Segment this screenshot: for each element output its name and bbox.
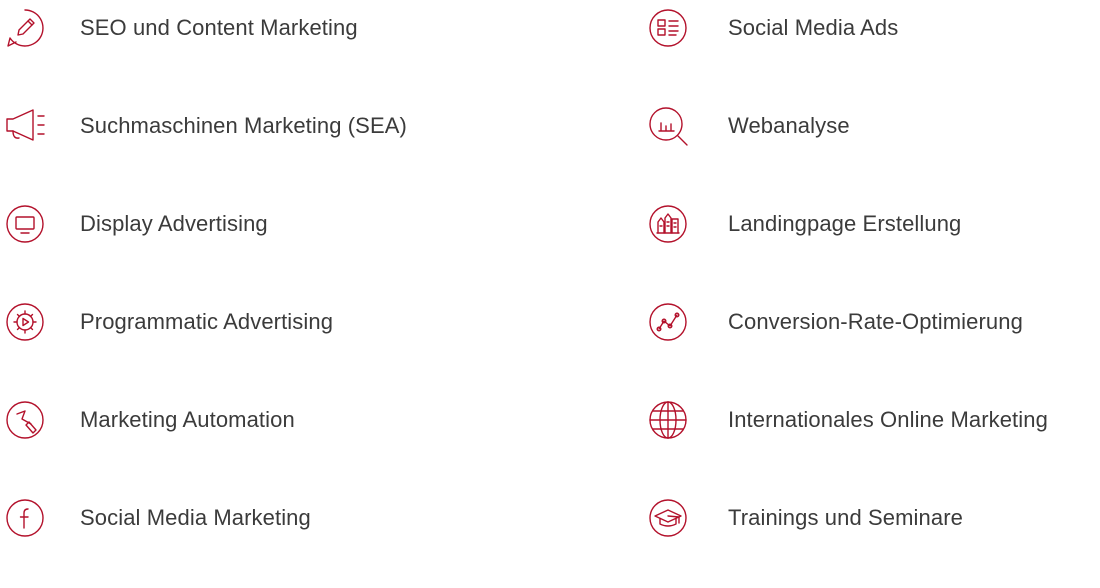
service-social-media-ads[interactable]: Social Media Ads (643, 0, 1100, 98)
pencil-bubble-icon (5, 8, 45, 48)
service-label: Social Media Ads (728, 15, 899, 40)
service-sea[interactable]: Suchmaschinen Marketing (SEA) (0, 98, 540, 196)
service-label: SEO und Content Marketing (80, 15, 358, 40)
service-label: Conversion-Rate-Optimierung (728, 309, 1023, 334)
service-internationales-online-marketing[interactable]: Internationales Online Marketing (643, 392, 1100, 490)
service-programmatic-advertising[interactable]: Programmatic Advertising (0, 294, 540, 392)
globe-icon (648, 400, 688, 440)
monitor-icon (5, 204, 45, 244)
service-marketing-automation[interactable]: Marketing Automation (0, 392, 540, 490)
service-label: Landingpage Erstellung (728, 211, 962, 236)
conversion-graph-icon (648, 302, 688, 342)
services-grid: SEO und Content Marketing Suchmaschinen … (0, 0, 1100, 537)
service-trainings-und-seminare[interactable]: Trainings und Seminare (643, 490, 1100, 588)
graduation-cap-icon (648, 498, 688, 538)
buildings-icon (648, 204, 688, 244)
megaphone-icon (5, 106, 45, 146)
service-social-media-marketing[interactable]: Social Media Marketing (0, 490, 540, 588)
service-label: Programmatic Advertising (80, 309, 334, 334)
automation-icon (5, 400, 45, 440)
analytics-magnifier-icon (648, 106, 688, 146)
service-conversion-rate-optimierung[interactable]: Conversion-Rate-Optimierung (643, 294, 1100, 392)
service-display-advertising[interactable]: Display Advertising (0, 196, 540, 294)
services-column-left: SEO und Content Marketing Suchmaschinen … (0, 0, 540, 588)
service-seo-content-marketing[interactable]: SEO und Content Marketing (0, 0, 540, 98)
service-label: Webanalyse (728, 113, 850, 138)
ad-layout-icon (648, 8, 688, 48)
facebook-icon (5, 498, 45, 538)
service-label: Display Advertising (80, 211, 268, 236)
service-label: Trainings und Seminare (728, 505, 963, 530)
service-label: Suchmaschinen Marketing (SEA) (80, 113, 407, 138)
gear-play-icon (5, 302, 45, 342)
service-webanalyse[interactable]: Webanalyse (643, 98, 1100, 196)
service-label: Marketing Automation (80, 407, 295, 432)
service-label: Internationales Online Marketing (728, 407, 1048, 432)
services-column-right: Social Media Ads Webanalyse Landingpage … (643, 0, 1100, 588)
service-label: Social Media Marketing (80, 505, 311, 530)
service-landingpage-erstellung[interactable]: Landingpage Erstellung (643, 196, 1100, 294)
